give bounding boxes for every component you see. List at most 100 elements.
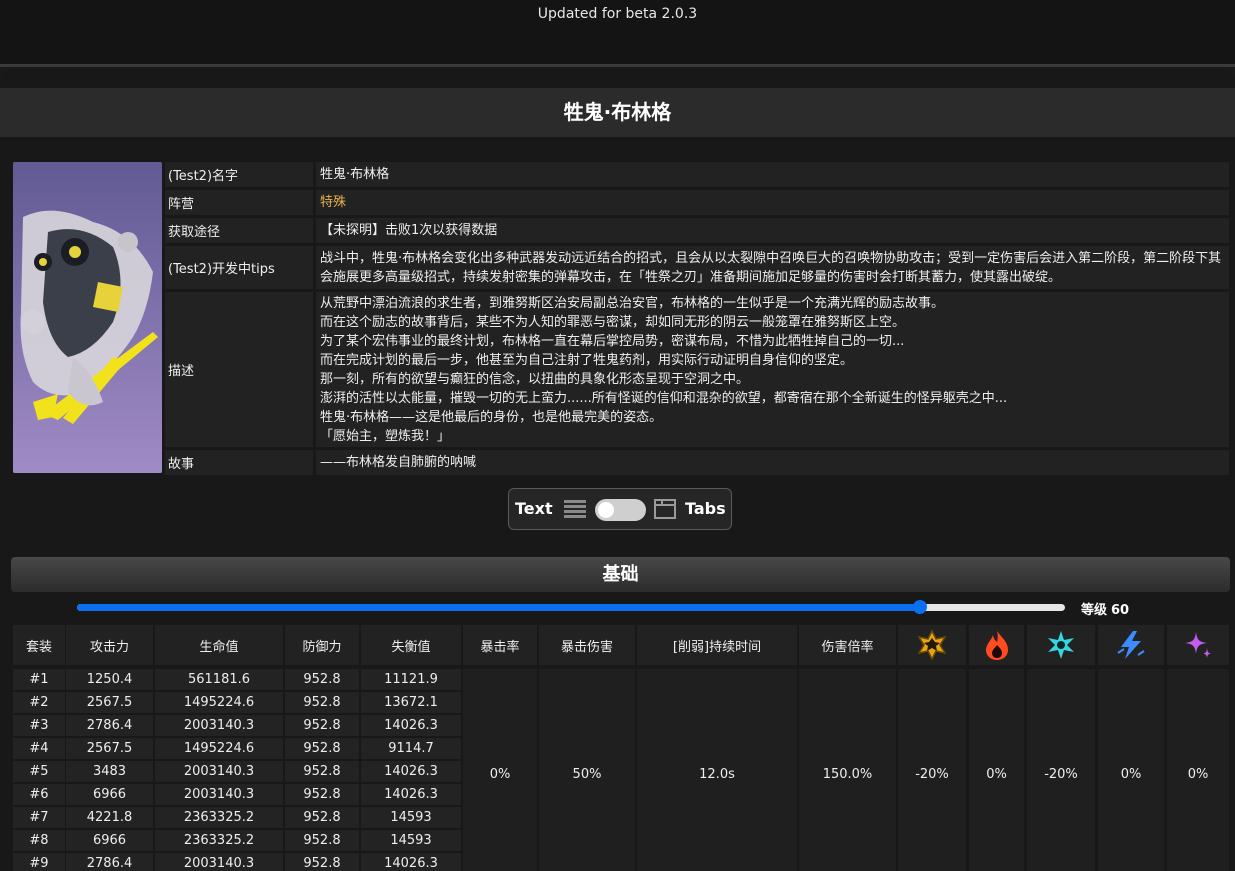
cell-stun: 9114.7: [361, 738, 461, 759]
cell-atk: 4221.8: [66, 807, 153, 828]
section-header-basic[interactable]: 基础: [11, 557, 1230, 592]
text-mode-label[interactable]: Text: [515, 499, 553, 518]
list-icon: [564, 500, 586, 518]
header-def: 防御力: [285, 625, 359, 665]
physical-element-icon: [917, 629, 947, 661]
cell-atk: 3483: [66, 761, 153, 782]
character-name-value: 牲鬼·布林格: [320, 167, 390, 182]
info-value: 战斗中，牲鬼·布林格会变化出多种武器发动远近结合的招式，且会从以太裂隙中召唤巨大…: [316, 246, 1229, 289]
level-value: 60: [1111, 603, 1130, 618]
cell-set: #2: [13, 692, 65, 713]
cell-hp: 2363325.2: [155, 830, 283, 851]
header-set: 套装: [13, 625, 65, 665]
cell-def: 952.8: [285, 738, 359, 759]
description-line: 澎湃的活性以太能量，摧毁一切的无上蛮力......所有怪诞的信仰和混杂的欲望，都…: [320, 390, 1008, 406]
header-element: [898, 625, 966, 665]
character-card: 牲鬼·布林格 (Test2)名字 牲鬼·布林格 阵营 特殊 获取途径 【未探明】…: [0, 69, 1235, 871]
info-row-faction: 阵营 特殊: [165, 190, 1229, 215]
cell-hp: 2363325.2: [155, 807, 283, 828]
cell-set: #4: [13, 738, 65, 759]
merged-value: 150.0%: [799, 669, 896, 871]
header-element: [969, 625, 1024, 665]
cell-atk: 2567.5: [66, 738, 153, 759]
level-slider[interactable]: [77, 600, 1065, 614]
info-value: 特殊: [316, 190, 1229, 215]
header-element: [1027, 625, 1095, 665]
info-key: (Test2)开发中tips: [165, 246, 313, 289]
cell-def: 952.8: [285, 784, 359, 805]
header-dmg-multiplier: 伤害倍率: [799, 625, 896, 665]
cell-hp: 2003140.3: [155, 853, 283, 871]
header-crit-dmg: 暴击伤害: [539, 625, 635, 665]
cell-def: 952.8: [285, 807, 359, 828]
info-key: 描述: [165, 292, 313, 447]
merged-value: 0%: [969, 669, 1024, 871]
description-line: 牲鬼·布林格——这是他最后的身份，也是他最完美的姿态。: [320, 409, 663, 425]
description-line: 从荒野中漂泊流浪的求生者，到雅努斯区治安局副总治安官，布林格的一生似乎是一个充满…: [320, 295, 945, 311]
cell-def: 952.8: [285, 830, 359, 851]
description-line: 为了某个宏伟事业的最终计划，布林格一直在幕后掌控局势，密谋布局，不惜为此牺牲掉自…: [320, 333, 905, 349]
cell-atk: 6966: [66, 784, 153, 805]
cell-stun: 14026.3: [361, 784, 461, 805]
cell-stun: 14593: [361, 830, 461, 851]
ether-element-icon: [1185, 632, 1211, 658]
cell-def: 952.8: [285, 715, 359, 736]
cell-set: #9: [13, 853, 65, 871]
cell-def: 952.8: [285, 853, 359, 871]
info-row-story: 故事 ——布林格发自肺腑的呐喊: [165, 450, 1229, 475]
cell-atk: 1250.4: [66, 669, 153, 690]
header-hp: 生命值: [155, 625, 283, 665]
cell-stun: 14593: [361, 807, 461, 828]
info-key: 故事: [165, 450, 313, 475]
cell-hp: 1495224.6: [155, 692, 283, 713]
level-label: 等级: [1081, 603, 1108, 618]
cell-stun: 13672.1: [361, 692, 461, 713]
cell-hp: 2003140.3: [155, 784, 283, 805]
cell-set: #8: [13, 830, 65, 851]
cell-atk: 6966: [66, 830, 153, 851]
header-element: [1098, 625, 1164, 665]
tabs-mode-label[interactable]: Tabs: [685, 499, 726, 518]
merged-value: -20%: [1027, 669, 1095, 871]
description-line: 「愿始主，塑炼我！」: [320, 428, 451, 444]
cell-atk: 2786.4: [66, 853, 153, 871]
cell-def: 952.8: [285, 669, 359, 690]
header-stun: 失衡值: [361, 625, 461, 665]
header-atk: 攻击力: [66, 625, 153, 665]
cell-def: 952.8: [285, 761, 359, 782]
cell-atk: 2567.5: [66, 692, 153, 713]
cell-set: #5: [13, 761, 65, 782]
merged-value: 0%: [463, 669, 537, 871]
cell-stun: 14026.3: [361, 853, 461, 871]
top-banner: Updated for beta 2.0.3: [0, 0, 1235, 67]
info-value: 【未探明】击败1次以获得数据: [316, 218, 1229, 243]
faction-value: 特殊: [320, 195, 347, 210]
info-key: (Test2)名字: [165, 162, 313, 187]
fire-element-icon: [985, 631, 1008, 660]
electric-element-icon: [1117, 631, 1145, 659]
level-slider-thumb[interactable]: [912, 600, 927, 614]
info-row-tips: (Test2)开发中tips 战斗中，牲鬼·布林格会变化出多种武器发动远近结合的…: [165, 246, 1229, 289]
level-readout: 等级 60: [1081, 599, 1129, 618]
cell-set: #7: [13, 807, 65, 828]
info-row-name: (Test2)名字 牲鬼·布林格: [165, 162, 1229, 187]
merged-value: -20%: [898, 669, 966, 871]
cell-stun: 14026.3: [361, 761, 461, 782]
cell-stun: 14026.3: [361, 715, 461, 736]
merged-value: 12.0s: [637, 669, 797, 871]
description-line: 而在这个励志的故事背后，某些不为人知的罪恶与密谋，却如同无形的阴云一般笼罩在雅努…: [320, 314, 906, 330]
info-key: 阵营: [165, 190, 313, 215]
cell-hp: 2003140.3: [155, 761, 283, 782]
cell-hp: 2003140.3: [155, 715, 283, 736]
header-weaken-duration: [削弱]持续时间: [637, 625, 797, 665]
cell-stun: 11121.9: [361, 669, 461, 690]
update-notice: Updated for beta 2.0.3: [537, 6, 698, 22]
info-row-source: 获取途径 【未探明】击败1次以获得数据: [165, 218, 1229, 243]
switch-knob: [598, 502, 614, 518]
cell-set: #1: [13, 669, 65, 690]
ice-element-icon: [1048, 631, 1074, 659]
cell-hp: 561181.6: [155, 669, 283, 690]
view-mode-switch[interactable]: [595, 499, 646, 521]
info-value: 牲鬼·布林格: [316, 162, 1229, 187]
tab-window-icon: [654, 499, 676, 519]
